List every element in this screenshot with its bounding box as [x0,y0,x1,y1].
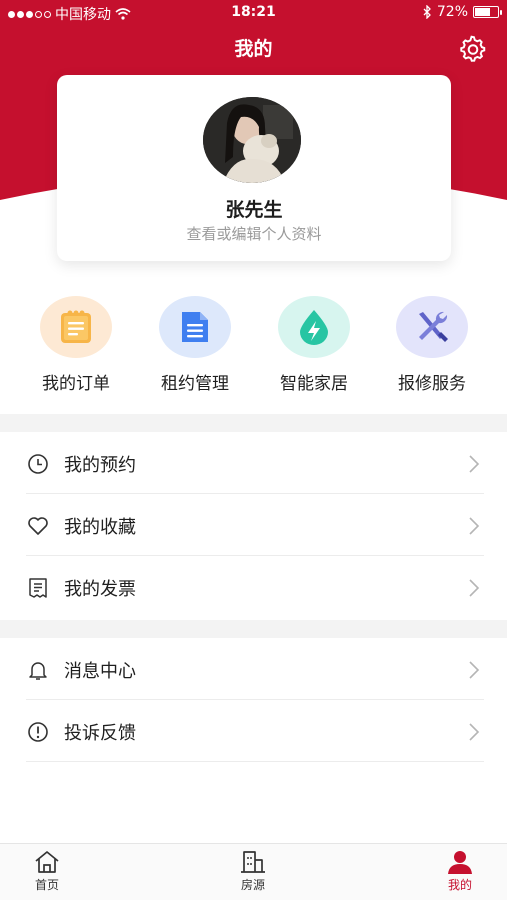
bell-icon [29,662,47,680]
avatar[interactable] [203,97,301,183]
menu-item-feedback[interactable]: 投诉反馈 [26,700,484,762]
tab-listings[interactable]: 房源 [213,850,293,893]
chevron-right-icon [469,579,480,597]
quick-action-my-orders[interactable]: 我的订单 [21,296,131,394]
quick-action-label: 报修服务 [398,374,466,394]
quick-action-lease-management[interactable]: 租约管理 [140,296,250,394]
page-title: 我的 [234,38,273,60]
building-icon [241,851,265,873]
clipboard-icon [40,296,112,358]
tab-bar: 首页 房源 我的 [0,843,507,900]
document-icon [159,296,231,358]
menu-item-label: 我的收藏 [64,517,136,538]
quick-action-smart-home[interactable]: 智能家居 [259,296,369,394]
home-icon [35,851,59,873]
section-divider [0,414,507,432]
battery-percent: 72% [436,4,468,20]
menu-item-label: 我的预约 [64,455,136,476]
edit-profile-link[interactable]: 查看或编辑个人资料 [57,223,451,244]
profile-card[interactable]: 张先生 查看或编辑个人资料 [57,75,451,261]
chevron-right-icon [469,517,480,535]
menu-item-my-invoices[interactable]: 我的发票 [26,556,484,618]
receipt-icon [29,578,47,598]
quick-action-repair-service[interactable]: 报修服务 [377,296,487,394]
bluetooth-icon [423,5,431,19]
tab-label: 房源 [240,878,265,892]
quick-action-label: 租约管理 [161,374,229,394]
tab-label: 我的 [447,878,472,892]
tab-label: 首页 [34,878,59,892]
water-drop-lightning-icon [278,296,350,358]
tab-mine[interactable]: 我的 [420,850,500,893]
section-divider [0,620,507,638]
menu-item-label: 消息中心 [64,661,136,682]
user-name: 张先生 [225,199,283,221]
status-bar: 中国移动 18:21 72% [0,0,507,26]
menu-item-message-center[interactable]: 消息中心 [26,638,484,700]
exclamation-circle-icon [28,722,48,742]
menu-item-label: 我的发票 [64,579,136,600]
wrench-screwdriver-icon [396,296,468,358]
chevron-right-icon [469,455,480,473]
settings-button[interactable] [459,35,487,63]
quick-action-label: 智能家居 [280,374,348,394]
chevron-right-icon [469,723,480,741]
tab-home[interactable]: 首页 [7,850,87,893]
quick-actions: 我的订单 租约管理 智能家居 报修服务 [0,296,507,396]
menu-item-my-appointments[interactable]: 我的预约 [26,432,484,494]
user-icon [448,851,472,874]
battery-icon [473,6,502,18]
heart-icon [28,517,48,535]
chevron-right-icon [469,661,480,679]
clock-icon [28,454,48,474]
gear-icon [460,35,486,62]
menu-item-label: 投诉反馈 [64,723,136,744]
quick-action-label: 我的订单 [42,374,110,394]
menu-item-my-favorites[interactable]: 我的收藏 [26,494,484,556]
